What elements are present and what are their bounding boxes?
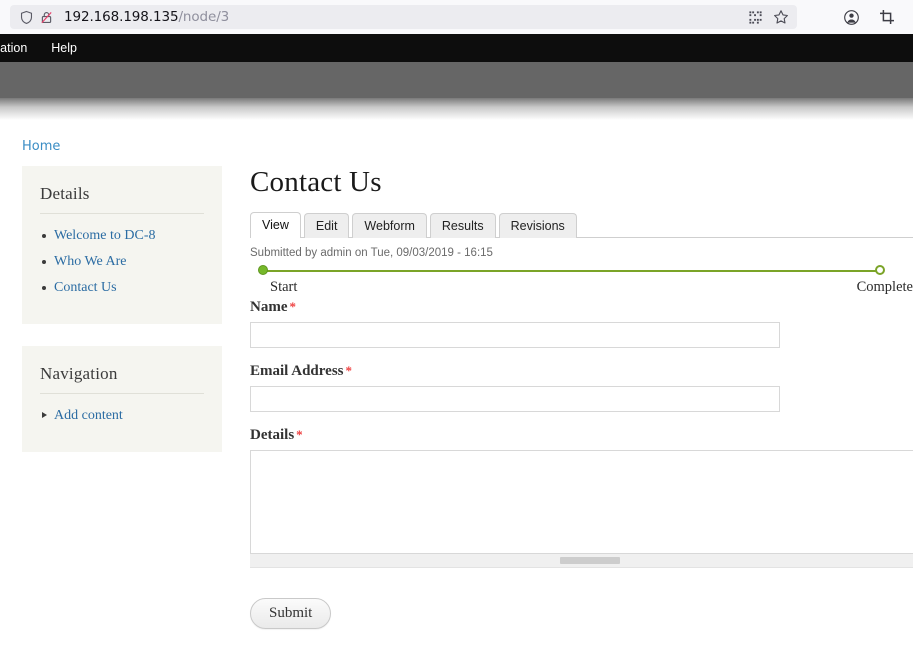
list-item[interactable]: Who We Are	[40, 252, 204, 272]
scrollbar-thumb[interactable]	[560, 557, 620, 564]
progress-label-start: Start	[270, 279, 298, 295]
sidebar-list-navigation: Add content	[40, 406, 204, 426]
url-text[interactable]: 192.168.198.135/node/3	[64, 9, 229, 25]
form-item-name: Name *	[250, 299, 913, 348]
sidebar-list-details: Welcome to DC-8 Who We Are Contact Us	[40, 226, 204, 298]
progress-dot-complete	[875, 265, 885, 275]
label-email-address: Email Address *	[250, 363, 913, 380]
browser-chrome: 192.168.198.135/node/3	[0, 0, 913, 34]
broken-lock-icon[interactable]	[36, 7, 56, 27]
breadcrumb-home-link[interactable]: Home	[22, 139, 60, 154]
progress-dot-start	[258, 265, 268, 275]
url-path: /node/3	[178, 9, 230, 25]
submit-row: Submit	[250, 598, 913, 629]
address-bar-actions	[745, 7, 791, 27]
form-item-details: Details *	[250, 427, 913, 568]
toolbar-actions	[841, 7, 903, 27]
contact-webform: Name * Email Address * Details * Submit	[250, 299, 913, 629]
required-marker: *	[289, 299, 297, 314]
details-textarea-wrapper	[250, 450, 913, 554]
horizontal-scrollbar[interactable]	[250, 554, 913, 568]
admin-toolbar: ration Help	[0, 34, 913, 62]
tab-revisions[interactable]: Revisions	[498, 213, 577, 238]
url-host: 192.168.198.135	[64, 9, 179, 25]
progress-label-complete: Complete	[856, 279, 913, 295]
bookmark-star-icon[interactable]	[771, 7, 791, 27]
address-bar[interactable]: 192.168.198.135/node/3	[10, 5, 797, 29]
submitted-meta: Submitted by admin on Tue, 09/03/2019 - …	[250, 247, 493, 259]
toolbar-item-help[interactable]: Help	[39, 34, 89, 62]
sidebar-link-welcome-to-dc8[interactable]: Welcome to DC-8	[54, 228, 156, 243]
sidebar-link-add-content[interactable]: Add content	[54, 408, 123, 423]
label-details: Details *	[250, 427, 913, 444]
sidebar-link-contact-us[interactable]: Contact Us	[54, 280, 117, 295]
site-header-band	[0, 62, 913, 98]
main-content: Contact Us View Edit Webform Results Rev…	[222, 166, 913, 629]
primary-tabs: View Edit Webform Results Revisions	[250, 211, 913, 238]
sidebar-block-title-details: Details	[40, 184, 204, 214]
qr-code-icon[interactable]	[745, 7, 765, 27]
list-item[interactable]: Add content	[40, 406, 204, 426]
tab-webform[interactable]: Webform	[352, 213, 427, 238]
tab-edit[interactable]: Edit	[303, 213, 350, 238]
sidebar: Details Welcome to DC-8 Who We Are Conta…	[22, 166, 222, 474]
label-name: Name *	[250, 299, 913, 316]
list-item[interactable]: Welcome to DC-8	[40, 226, 204, 246]
label-email-text: Email Address	[250, 363, 344, 379]
label-details-text: Details	[250, 427, 295, 443]
toolbar-item-configuration[interactable]: ration	[0, 34, 39, 62]
sidebar-block-details: Details Welcome to DC-8 Who We Are Conta…	[22, 166, 222, 324]
breadcrumb: Home	[0, 120, 913, 154]
account-circle-icon[interactable]	[841, 7, 861, 27]
sidebar-block-navigation: Navigation Add content	[22, 345, 222, 452]
required-marker: *	[345, 363, 353, 378]
site-header-fade	[0, 98, 913, 120]
list-item[interactable]: Contact Us	[40, 278, 204, 298]
content-columns: Details Welcome to DC-8 Who We Are Conta…	[0, 166, 913, 629]
name-input[interactable]	[250, 322, 780, 348]
submit-button[interactable]: Submit	[250, 598, 332, 629]
form-item-email: Email Address *	[250, 363, 913, 412]
webform-progress-tracker: Start Complete	[250, 265, 913, 299]
details-textarea[interactable]	[250, 450, 913, 554]
screenshot-crop-icon[interactable]	[877, 7, 897, 27]
tab-results[interactable]: Results	[429, 213, 496, 238]
sidebar-block-title-navigation: Navigation	[40, 364, 204, 394]
tab-view[interactable]: View	[250, 212, 301, 238]
sidebar-link-who-we-are[interactable]: Who We Are	[54, 254, 126, 269]
shield-icon[interactable]	[16, 7, 36, 27]
email-input[interactable]	[250, 386, 780, 412]
page-title: Contact Us	[250, 166, 382, 198]
required-marker: *	[296, 427, 303, 442]
page-content: Home Details Welcome to DC-8 Who We Are …	[0, 120, 913, 629]
progress-line	[262, 270, 880, 272]
label-name-text: Name	[250, 299, 288, 315]
